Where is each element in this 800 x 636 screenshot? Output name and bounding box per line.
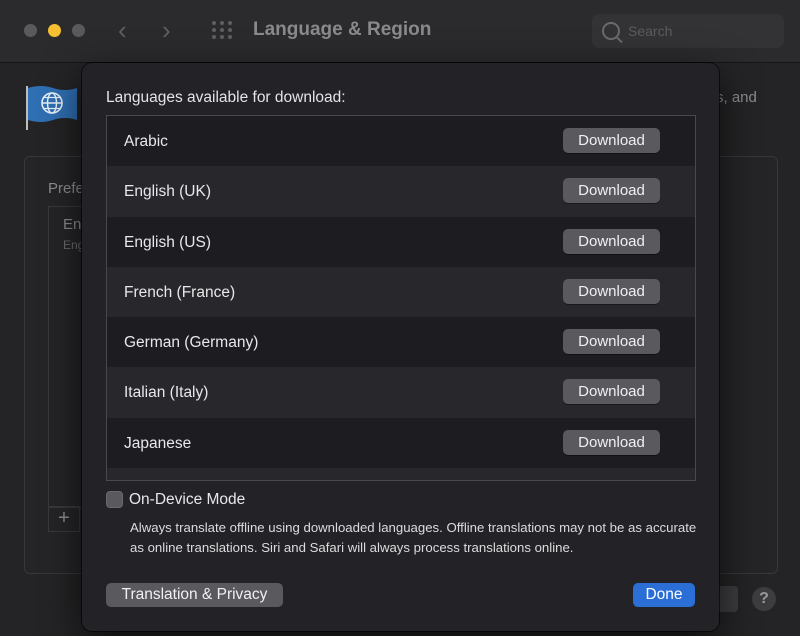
forward-icon[interactable]: › <box>162 16 171 44</box>
list-item: German (Germany) Download <box>107 317 695 367</box>
back-icon[interactable]: ‹ <box>118 16 127 44</box>
download-button[interactable]: Download <box>563 178 660 204</box>
languages-list[interactable]: Arabic Download English (UK) Download En… <box>106 115 696 481</box>
zoom-window-button[interactable] <box>72 24 85 37</box>
download-button[interactable]: Download <box>563 228 660 254</box>
list-item: Italian (Italy) Download <box>107 367 695 418</box>
download-button[interactable]: Download <box>563 278 660 304</box>
list-item <box>107 468 695 480</box>
list-item: Arabic Download <box>107 116 695 166</box>
search-field[interactable]: Search <box>592 14 784 48</box>
done-button[interactable]: Done <box>633 583 695 607</box>
language-name: Arabic <box>124 133 168 150</box>
language-name: English (US) <box>124 233 211 251</box>
on-device-mode-description: Always translate offline using downloade… <box>130 520 697 555</box>
list-item: Japanese Download <box>107 418 695 468</box>
close-window-button[interactable] <box>24 24 37 37</box>
language-name: Japanese <box>124 434 192 452</box>
download-button[interactable]: Download <box>563 329 660 355</box>
sheet-heading: Languages available for download: <box>106 89 346 106</box>
minimize-window-button[interactable] <box>48 24 61 37</box>
translation-languages-sheet: Languages available for download: Arabic… <box>82 63 719 631</box>
language-name: German (Germany) <box>124 334 259 352</box>
on-device-mode-checkbox[interactable] <box>106 491 123 508</box>
help-icon[interactable]: ? <box>752 587 776 611</box>
search-icon <box>602 22 620 40</box>
download-button[interactable]: Download <box>563 429 660 455</box>
list-item: English (US) Download <box>107 217 695 267</box>
language-name: Italian (Italy) <box>124 384 209 402</box>
translation-privacy-button[interactable]: Translation & Privacy <box>106 583 283 607</box>
globe-flag-icon <box>26 86 77 130</box>
title-bar: ‹ › Language & Region Search <box>0 0 800 63</box>
pane-description-text: s, and <box>716 89 757 106</box>
preferred-language-item: En <box>63 216 82 233</box>
add-language-button[interactable]: + <box>48 506 80 532</box>
download-button[interactable]: Download <box>563 128 660 153</box>
list-item: English (UK) Download <box>107 166 695 217</box>
search-placeholder: Search <box>628 23 673 39</box>
background-button[interactable] <box>716 586 738 612</box>
language-name: English (UK) <box>124 183 211 201</box>
list-item: French (France) Download <box>107 266 695 318</box>
language-name: French (France) <box>124 283 236 301</box>
on-device-mode-label[interactable]: On-Device Mode <box>129 491 245 509</box>
grid-icon[interactable] <box>212 21 234 41</box>
preferred-languages-label: Prefe <box>48 180 84 197</box>
window-title: Language & Region <box>253 19 432 40</box>
download-button[interactable]: Download <box>563 379 660 405</box>
